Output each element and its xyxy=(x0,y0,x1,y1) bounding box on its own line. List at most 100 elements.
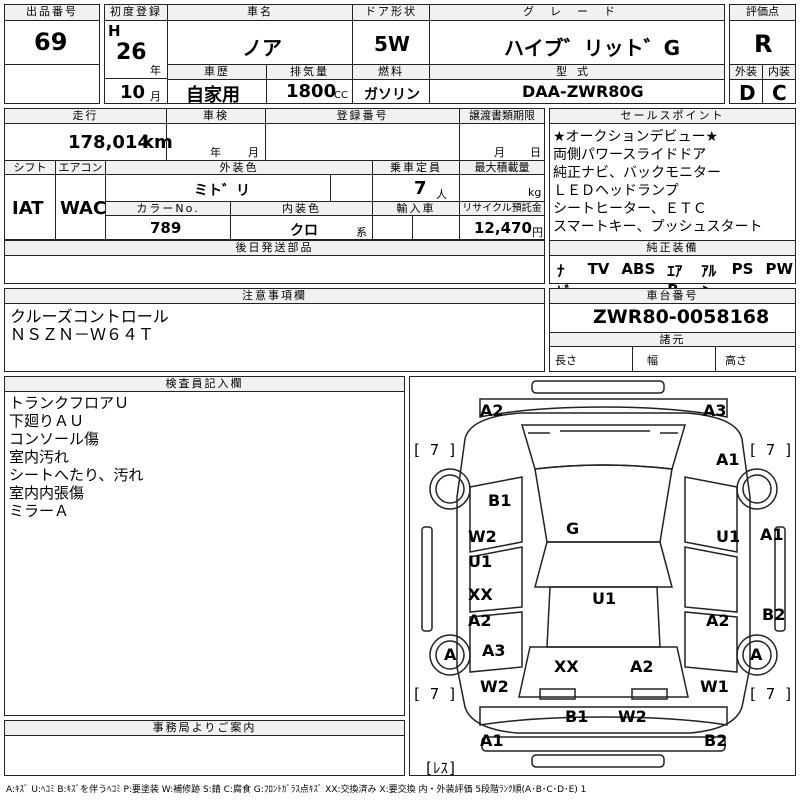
reg-no-box xyxy=(265,123,460,165)
capacity-value: 7 xyxy=(414,178,427,199)
sales-point-line: スマートキー、プッシュスタート xyxy=(553,219,763,235)
inspector-line: トランクフロアＵ xyxy=(9,394,130,412)
transfer-label: 譲渡書類期限 xyxy=(459,108,545,124)
fuel-value: ガソリン xyxy=(364,87,420,103)
inspection-label: 車検 xyxy=(166,108,266,124)
inspector-line: ミラーＡ xyxy=(9,502,70,520)
reg-year: 26 xyxy=(116,40,147,65)
interior-color-label: 内装色 xyxy=(230,201,373,216)
equipment-label: 純正装備 xyxy=(549,240,796,256)
car-name-label: 車名 xyxy=(167,4,353,21)
sales-point-line: 両側パワースライドドア xyxy=(553,147,707,163)
specs-label: 諸元 xyxy=(549,332,796,347)
lot-lower-box xyxy=(4,64,100,104)
lot-number: 69 xyxy=(34,28,68,56)
mark-a2-tailgate: A2 xyxy=(630,657,654,676)
notes-label: 注意事項欄 xyxy=(4,288,545,304)
recycle-unit: 円 xyxy=(532,226,543,239)
details-section: 走行 178,014 km 車検 年 月 登録番号 譲渡書類期限 月 日 シフト… xyxy=(4,108,545,284)
mark-u1-right-door: U1 xyxy=(716,527,741,546)
inspection-year-unit: 年 xyxy=(210,146,221,159)
import-box xyxy=(372,215,460,240)
mileage-value: 178,014 xyxy=(68,132,150,153)
mark-b1-left: B1 xyxy=(488,491,512,510)
inspector-line: 下廻りＡＵ xyxy=(9,412,85,430)
displacement-label: 排気量 xyxy=(266,64,353,80)
width-box xyxy=(632,346,716,372)
legend: A:ｷｽﾞ U:ﾍｺﾐ B:ｷｽﾞを伴うﾍｺﾐ P:要塗装 W:補修跡 S:錆 … xyxy=(6,785,587,795)
inspector-line: シートへたり、汚れ xyxy=(9,466,144,484)
interior-color-value: クロ xyxy=(290,223,318,239)
inspector-section: 検査員記入欄 トランクフロアＵ 下廻りＡＵ コンソール傷 室内汚れ シートへたり… xyxy=(4,376,405,716)
transfer-month-unit: 月 xyxy=(494,146,505,159)
car-outline xyxy=(421,380,786,768)
mark-a3-left-rear: A3 xyxy=(482,641,506,660)
tire-bracket-rear-left: [ 7 ] xyxy=(412,685,458,703)
mark-a3-front-right: A3 xyxy=(703,401,727,420)
mark-a2-right-rear-door: A2 xyxy=(706,611,730,630)
max-load-label: 最大積載量 xyxy=(459,160,545,175)
interior-grade: C xyxy=(772,81,787,105)
mark-a1-rear-left: A1 xyxy=(480,731,504,750)
ac-label: エアコン xyxy=(55,160,106,175)
later-parts-box xyxy=(4,255,545,284)
interior-label: 内装 xyxy=(762,64,796,80)
chassis-number: ZWR80-0058168 xyxy=(593,306,770,328)
mark-a1-right-side: A1 xyxy=(760,525,784,544)
mark-g-windshield: G xyxy=(566,519,580,538)
later-parts-label: 後日発送部品 xyxy=(4,240,545,256)
recycle-label: リサイクル預託金 xyxy=(459,201,545,216)
color-no-label: カラーNo. xyxy=(105,201,231,216)
office-label: 事務局よりご案内 xyxy=(4,720,405,736)
color-label: 外装色 xyxy=(105,160,373,175)
recycle-value: 12,470 xyxy=(474,219,532,237)
grade-value: ハイブ゛リット゛G xyxy=(504,36,681,60)
reg-month: 10 xyxy=(120,82,146,103)
note-line: ＮＳＺＮ－Ｗ６４Ｔ xyxy=(10,325,155,344)
exterior-grade: D xyxy=(739,81,756,105)
reg-no-label: 登録番号 xyxy=(265,108,460,124)
sales-points-list: ★オークションデビュー★ 両側パワースライドドア 純正ナビ、バックモニター ＬＥ… xyxy=(553,128,793,236)
interior-color-unit: 系 xyxy=(356,226,367,239)
sales-point-line: ★オークションデビュー★ xyxy=(553,129,719,145)
reg-divider xyxy=(104,78,168,79)
tire-bracket-spare: [ﾚｽ] xyxy=(424,759,458,777)
mark-a-right-wheel: A xyxy=(750,645,763,664)
import-divider xyxy=(412,215,413,240)
transfer-day-unit: 日 xyxy=(530,146,541,159)
mark-w2-rear-left: W2 xyxy=(480,677,509,696)
fuel-label: 燃料 xyxy=(352,64,430,80)
year-unit: 年 xyxy=(150,64,161,77)
mark-b2-right-side: B2 xyxy=(762,605,786,624)
mark-a1-right-front: A1 xyxy=(716,450,740,469)
grade-label: グレード xyxy=(429,4,725,21)
header-section: 出品番号 69 初度登録 H 26 年 10 月 車名 ノア ドア形状 5W グ… xyxy=(4,4,796,106)
history-label: 車歴 xyxy=(167,64,267,80)
reg-era: H xyxy=(108,22,121,40)
inspector-line: コンソール傷 xyxy=(9,430,100,448)
displacement-unit: CC xyxy=(334,90,348,101)
mark-a2-left-rear-door: A2 xyxy=(468,611,492,630)
exterior-label: 外装 xyxy=(729,64,763,80)
height-label: 高さ xyxy=(725,354,747,367)
damage-diagram: A2 A3 A1 B1 G W2 U1 U1 A1 XX A2 U1 A2 B2… xyxy=(409,376,796,777)
mileage-label: 走行 xyxy=(4,108,167,124)
capacity-label: 乗車定員 xyxy=(372,160,460,175)
inspector-line: 室内汚れ xyxy=(9,448,70,466)
inspector-list: トランクフロアＵ 下廻りＡＵ コンソール傷 室内汚れ シートへたり、汚れ 室内内… xyxy=(9,394,143,520)
door-value: 5W xyxy=(374,32,410,56)
score-label: 評価点 xyxy=(729,4,796,21)
mark-b1-rear-bumper: B1 xyxy=(565,707,589,726)
office-section: 事務局よりご案内 xyxy=(4,720,405,776)
color-no-value: 789 xyxy=(150,219,182,237)
mark-w1-rear-right: W1 xyxy=(700,677,729,696)
month-unit: 月 xyxy=(150,90,161,103)
length-label: 長さ xyxy=(555,354,577,367)
mark-u1-roof: U1 xyxy=(592,589,617,608)
mark-u1-left-door: U1 xyxy=(468,552,493,571)
note-line: クルーズコントロール xyxy=(10,307,169,326)
tire-bracket-rear-right: [ 7 ] xyxy=(748,685,794,703)
notes-section: 注意事項欄 クルーズコントロール ＮＳＺＮ－Ｗ６４Ｔ xyxy=(4,288,545,372)
color-value: ミト゛リ xyxy=(194,183,250,199)
import-label: 輸入車 xyxy=(372,201,460,216)
